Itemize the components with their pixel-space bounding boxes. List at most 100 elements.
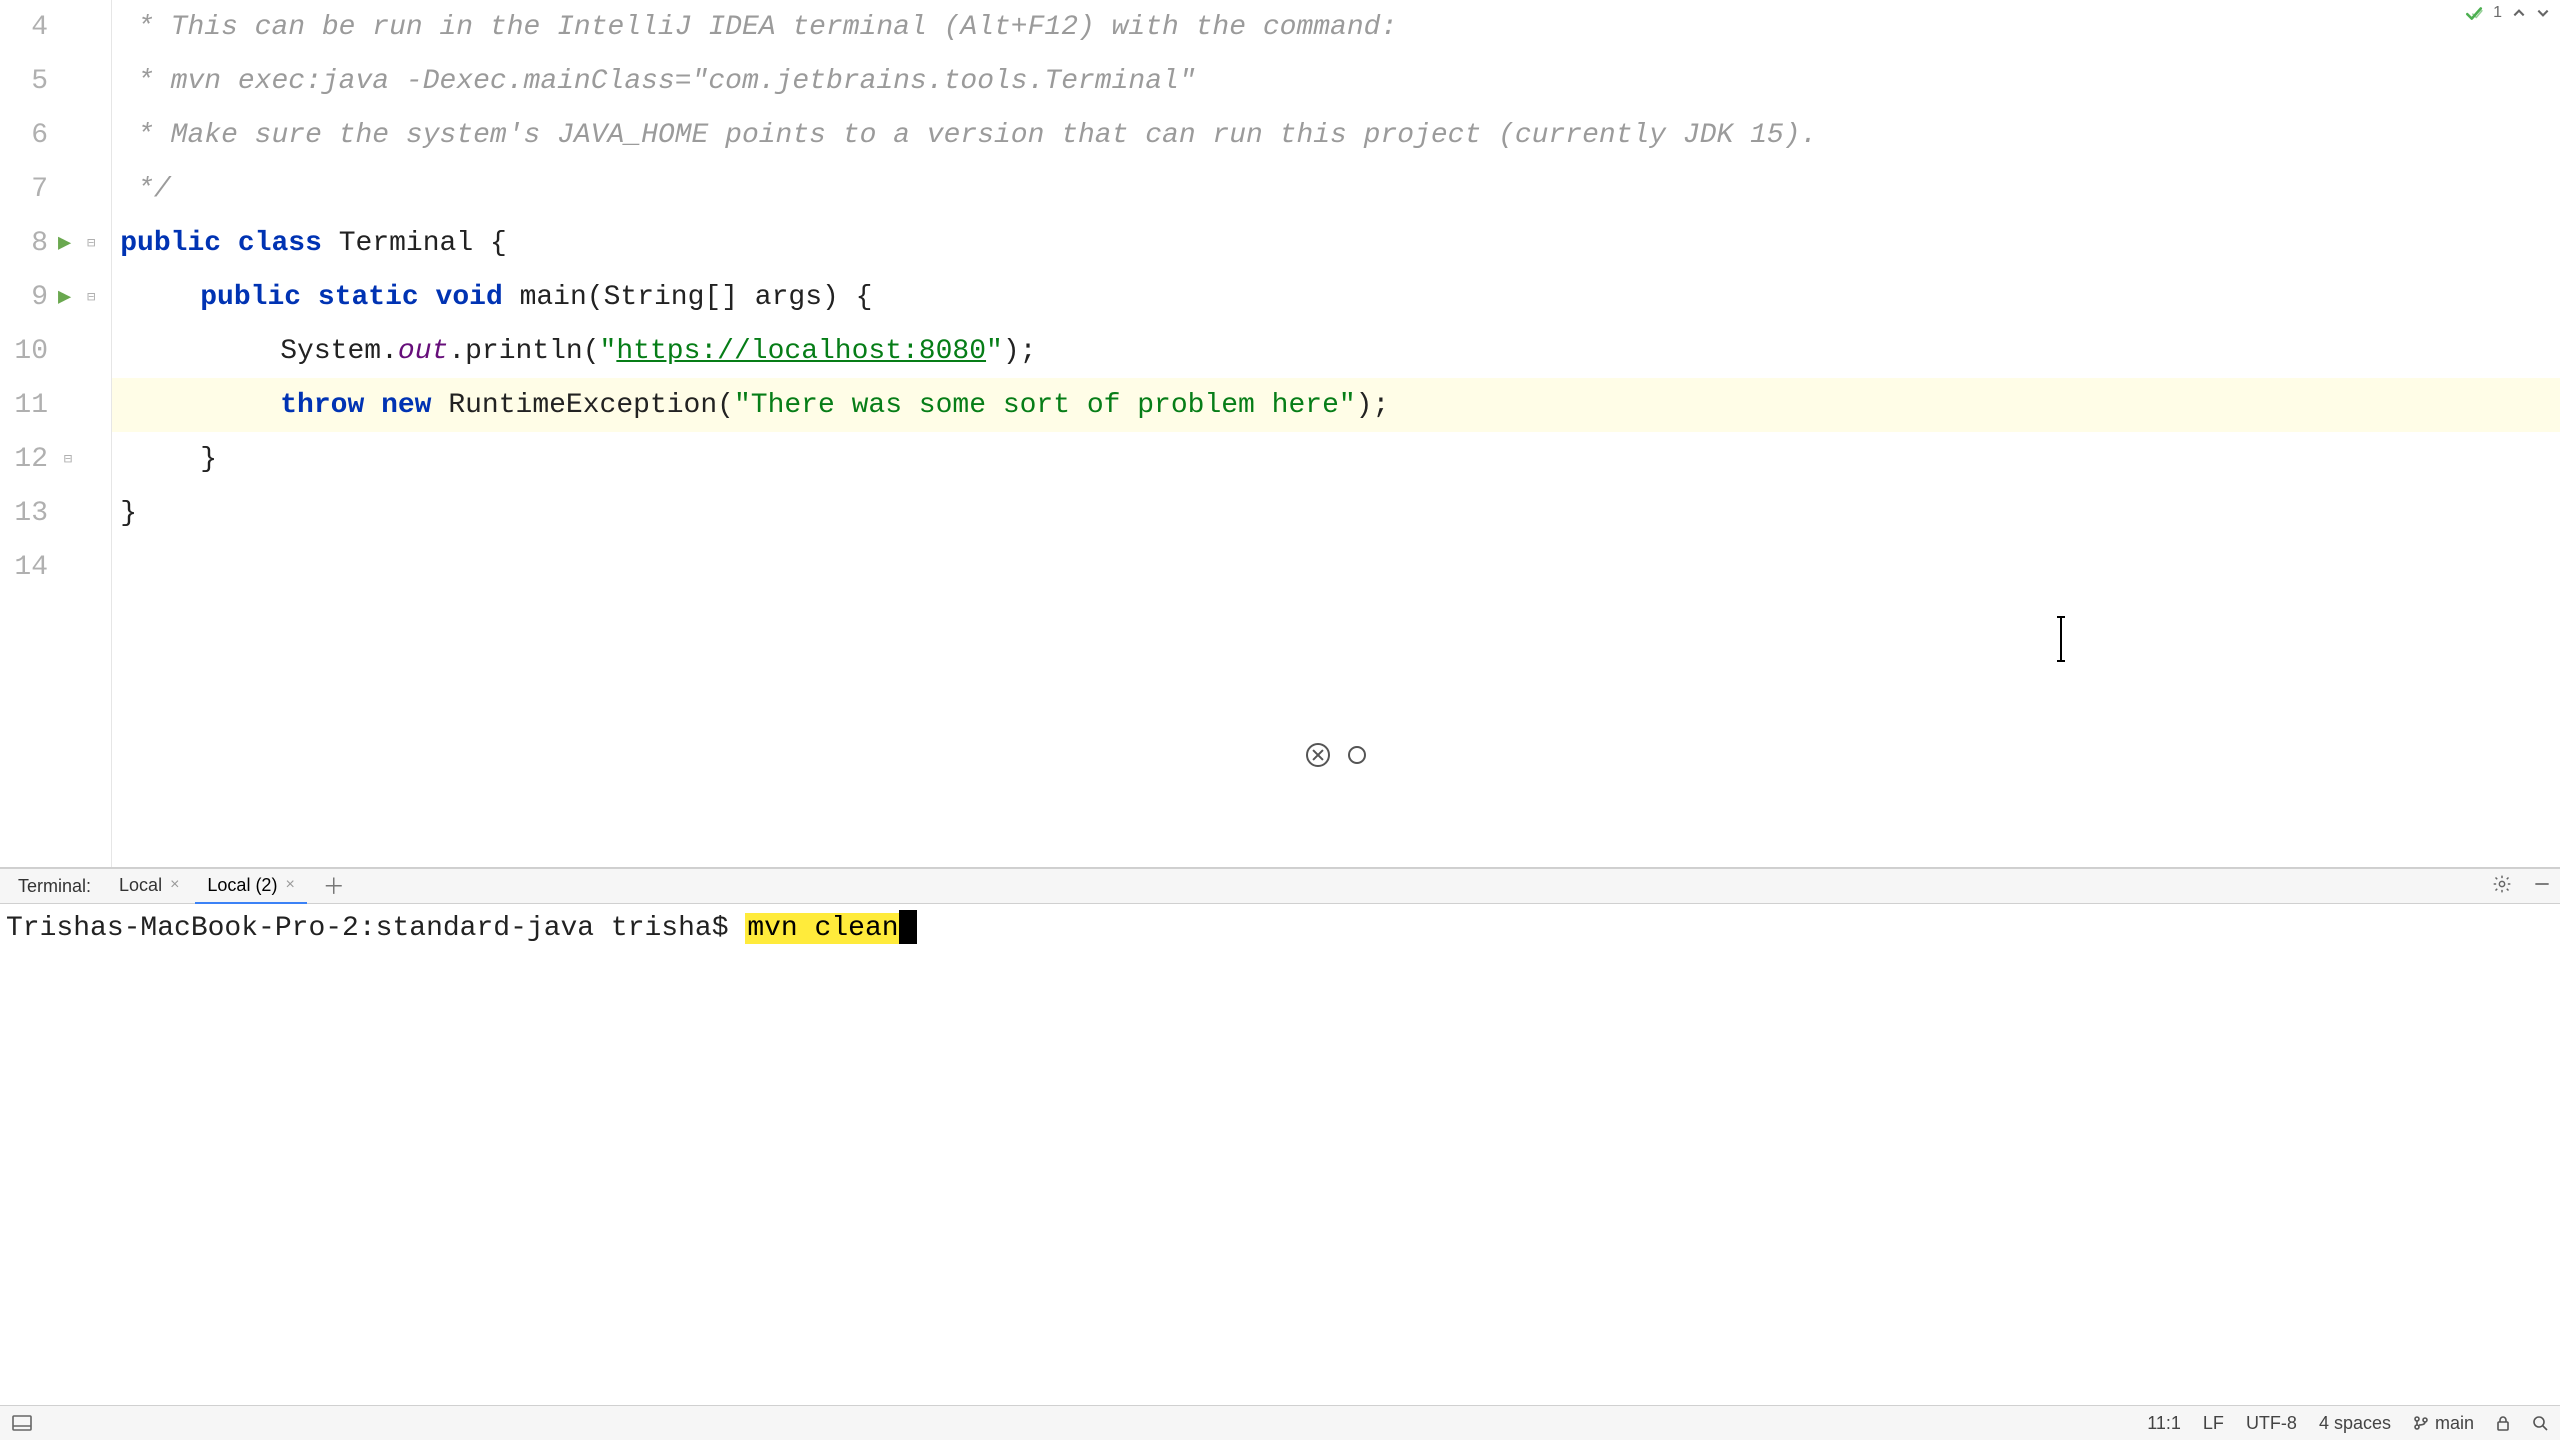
text-caret-icon (2060, 618, 2062, 660)
line-number: 6 (8, 120, 48, 151)
token-plain: .println( (448, 336, 599, 367)
token-kw: static (318, 282, 419, 313)
status-bar: 11:1 LF UTF-8 4 spaces main (0, 1405, 2560, 1440)
comment-text: * mvn exec:java -Dexec.mainClass="com.je… (120, 66, 1195, 97)
token-kw: public (200, 282, 301, 313)
gutter-line[interactable]: 10 (0, 324, 111, 378)
terminal-toolwindow-title: Terminal: (6, 876, 103, 897)
gutter-line[interactable]: 6 (0, 108, 111, 162)
status-search-icon[interactable] (2532, 1415, 2548, 1431)
token-ident: System (280, 336, 381, 367)
close-icon[interactable] (1306, 743, 1330, 767)
editor-code[interactable]: * This can be run in the IntelliJ IDEA t… (112, 0, 2560, 867)
branch-icon (2413, 1415, 2429, 1431)
token-plain (221, 228, 238, 259)
code-line[interactable]: } (112, 486, 2560, 540)
status-indent[interactable]: 4 spaces (2319, 1413, 2391, 1434)
status-git-branch[interactable]: main (2413, 1413, 2474, 1434)
terminal-cursor (899, 910, 917, 944)
token-kw: new (381, 390, 431, 421)
comment-text: * Make sure the system's JAVA_HOME point… (120, 120, 1817, 151)
token-plain (432, 390, 449, 421)
token-plain: ( (717, 390, 734, 421)
status-line-separator[interactable]: LF (2203, 1413, 2224, 1434)
code-line[interactable]: } (112, 432, 2560, 486)
fold-toggle-icon[interactable]: ⊟ (60, 451, 76, 468)
chevron-up-icon[interactable] (2512, 6, 2526, 20)
chevron-down-icon[interactable] (2536, 6, 2550, 20)
terminal-prompt: Trishas-MacBook-Pro-2:standard-java tris… (6, 913, 745, 944)
editor-gutter[interactable]: 4 5 6 7 8 ▶ ⊟ 9 ▶ ⊟ 10 1112⊟ 13 14 (0, 0, 112, 867)
gutter-line[interactable]: 8 ▶ ⊟ (0, 216, 111, 270)
token-kw: class (238, 228, 322, 259)
run-gutter-icon[interactable]: ▶ (58, 284, 71, 310)
token-plain: ); (1003, 336, 1037, 367)
editor-help-pager (1306, 743, 1366, 767)
token-ident: Terminal (339, 228, 473, 259)
token-plain (419, 282, 436, 313)
run-gutter-icon[interactable]: ▶ (58, 230, 71, 256)
token-kw: public (120, 228, 221, 259)
code-line[interactable] (112, 540, 2560, 594)
terminal-tab-local-2[interactable]: Local (2) × (195, 868, 306, 904)
status-encoding[interactable]: UTF-8 (2246, 1413, 2297, 1434)
token-str: " (600, 336, 617, 367)
code-line[interactable]: System.out.println("https://localhost:80… (112, 324, 2560, 378)
inspections-widget[interactable]: 1 (2465, 4, 2550, 22)
code-line[interactable]: public class Terminal { (112, 216, 2560, 270)
token-plain: { (473, 228, 507, 259)
add-terminal-tab[interactable]: ＋ (311, 868, 357, 904)
line-number: 8 (8, 228, 48, 259)
line-number: 10 (8, 336, 48, 367)
token-str: " (986, 336, 1003, 367)
comment-text: * This can be run in the IntelliJ IDEA t… (120, 12, 1397, 43)
page-dot-icon[interactable] (1348, 746, 1366, 764)
token-plain (322, 228, 339, 259)
terminal-body[interactable]: Trishas-MacBook-Pro-2:standard-java tris… (0, 904, 2560, 1406)
terminal-tab-label: Local (2) (207, 875, 277, 896)
gutter-line[interactable]: 11 (0, 378, 111, 432)
token-kw: throw (280, 390, 364, 421)
gutter-line[interactable]: 12⊟ (0, 432, 111, 486)
code-line[interactable]: */ (112, 162, 2560, 216)
line-number: 13 (8, 498, 48, 529)
gear-icon[interactable] (2484, 874, 2520, 899)
close-icon[interactable]: × (285, 876, 294, 894)
gutter-line[interactable]: 9 ▶ ⊟ (0, 270, 111, 324)
gutter-line[interactable]: 7 (0, 162, 111, 216)
comment-text: */ (120, 174, 170, 205)
minimize-icon[interactable] (2524, 874, 2560, 899)
status-lock-icon[interactable] (2496, 1415, 2510, 1431)
gutter-line[interactable]: 13 (0, 486, 111, 540)
token-plain: } (120, 498, 137, 529)
line-number: 4 (8, 12, 48, 43)
terminal-tab-bar: Terminal: Local × Local (2) × ＋ (0, 869, 2560, 904)
token-plain: } (200, 444, 217, 475)
token-field: out (398, 336, 448, 367)
token-ident: RuntimeException (448, 390, 717, 421)
code-line[interactable]: * This can be run in the IntelliJ IDEA t… (112, 0, 2560, 54)
editor-pane: 4 5 6 7 8 ▶ ⊟ 9 ▶ ⊟ 10 1112⊟ 13 14 * This can be run … (0, 0, 2560, 868)
fold-toggle-icon[interactable]: ⊟ (83, 289, 99, 306)
gutter-line[interactable]: 4 (0, 0, 111, 54)
line-number: 9 (8, 282, 48, 313)
token-kw: void (436, 282, 503, 313)
gutter-line[interactable]: 5 (0, 54, 111, 108)
code-line[interactable]: public static void main(String[] args) { (112, 270, 2560, 324)
code-line[interactable]: * Make sure the system's JAVA_HOME point… (112, 108, 2560, 162)
token-plain: (String[] args) { (587, 282, 873, 313)
terminal-command: mvn clean (745, 913, 900, 944)
line-number: 5 (8, 66, 48, 97)
terminal-tab-local[interactable]: Local × (107, 868, 191, 904)
terminal-tab-label: Local (119, 875, 162, 896)
gutter-line[interactable]: 14 (0, 540, 111, 594)
close-icon[interactable]: × (170, 876, 179, 894)
token-plain (364, 390, 381, 421)
fold-toggle-icon[interactable]: ⊟ (83, 235, 99, 252)
tool-windows-toggle-icon[interactable] (12, 1415, 32, 1431)
code-line[interactable]: throw new RuntimeException("There was so… (112, 378, 2560, 432)
status-branch-name: main (2435, 1413, 2474, 1434)
token-ident: main (520, 282, 587, 313)
code-line[interactable]: * mvn exec:java -Dexec.mainClass="com.je… (112, 54, 2560, 108)
status-caret-position[interactable]: 11:1 (2147, 1413, 2181, 1434)
